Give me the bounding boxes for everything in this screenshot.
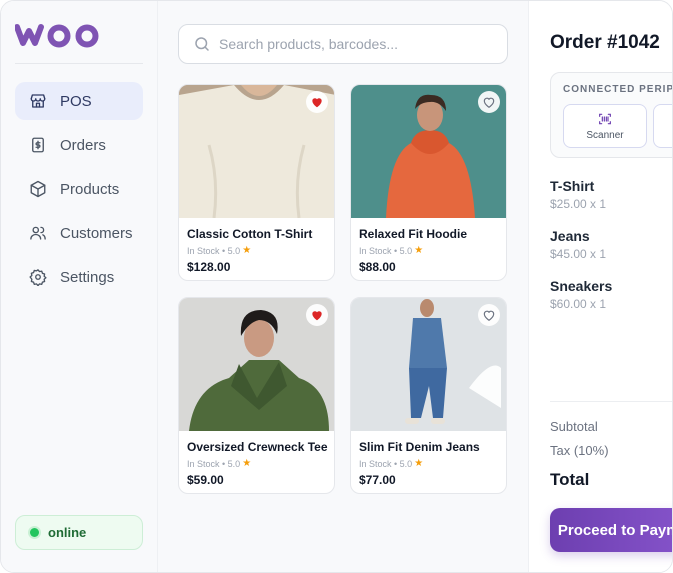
product-name: Classic Cotton T-Shirt [187,227,313,241]
sidebar-item-label: Customers [60,224,133,242]
product-card[interactable]: Slim Fit Denim Jeans In Stock • 5.0 ★ $7… [350,297,507,494]
stock-status: In Stock [187,245,220,256]
box-icon [29,180,47,198]
rating-value: 5.0 [227,245,241,256]
woo-logo[interactable] [14,21,103,54]
scanner-icon [597,111,613,127]
online-status-badge: online [15,515,143,550]
sidebar-item-pos[interactable]: POS [15,82,143,120]
sidebar-item-label: Orders [60,136,106,154]
order-item-name: T-Shirt [550,178,595,194]
pos-app: POS Orders Products Customers Settings o… [0,0,673,573]
heart-filled-icon [312,311,322,321]
heart-outline-icon [483,97,495,108]
connected-peripherals: CONNECTED PERIPHERALS Scanner [550,72,673,158]
sidebar-item-products[interactable]: Products [15,170,143,208]
gear-icon [29,268,47,286]
sidebar-divider [15,63,143,64]
product-meta: In Stock • 5.0 ★ [187,458,252,469]
tax-label: Tax (10%) [550,443,609,458]
product-meta: In Stock • 5.0 ★ [187,245,252,256]
sidebar-item-label: Settings [60,268,115,286]
summary-divider [550,401,672,402]
product-card[interactable]: Relaxed Fit Hoodie In Stock • 5.0 ★ $88.… [350,84,507,281]
stock-status: In Stock [359,458,392,469]
proceed-to-payment-button[interactable]: Proceed to Payment [550,508,672,552]
rating-value: 5.0 [399,458,413,469]
sidebar-nav: POS Orders Products Customers Settings [15,82,143,302]
heart-outline-icon [483,310,495,321]
product-name: Slim Fit Denim Jeans [359,440,480,454]
order-panel: Order #1042 CONNECTED PERIPHERALS Scanne… [528,1,673,572]
product-name: Relaxed Fit Hoodie [359,227,468,241]
search-icon [193,35,211,53]
sidebar-item-label: Products [60,180,120,198]
order-item-qty: $45.00 x 1 [550,247,607,261]
status-label: online [48,525,87,540]
order-item-name: Sneakers [550,278,613,294]
scanner-label: Scanner [586,130,624,141]
product-name: Oversized Crewneck Tee [187,440,328,454]
total-label: Total [550,470,590,489]
favorite-toggle[interactable] [306,304,328,326]
peripherals-label: CONNECTED PERIPHERALS [563,84,673,95]
product-area: Classic Cotton T-Shirt In Stock • 5.0 ★ … [158,1,528,572]
product-meta: In Stock • 5.0 ★ [359,245,424,256]
rating-value: 5.0 [227,458,241,469]
product-price: $88.00 [359,260,396,274]
heart-filled-icon [312,98,322,108]
product-card[interactable]: Oversized Crewneck Tee In Stock • 5.0 ★ … [178,297,335,494]
star-icon: ★ [414,245,424,256]
order-title: Order #1042 [550,32,660,53]
product-meta: In Stock • 5.0 ★ [359,458,424,469]
users-icon [29,224,47,242]
favorite-toggle[interactable] [306,91,328,113]
favorite-toggle[interactable] [478,304,500,326]
product-price: $77.00 [359,473,396,487]
status-dot-icon [30,528,39,537]
favorite-toggle[interactable] [478,91,500,113]
star-icon: ★ [242,245,252,256]
product-card[interactable]: Classic Cotton T-Shirt In Stock • 5.0 ★ … [178,84,335,281]
search-bar[interactable] [178,24,508,64]
sidebar-item-label: POS [60,92,92,110]
order-item-name: Jeans [550,228,590,244]
sidebar-item-settings[interactable]: Settings [15,258,143,296]
order-item-qty: $60.00 x 1 [550,297,607,311]
scanner-button[interactable]: Scanner [563,104,647,148]
product-price: $59.00 [187,473,224,487]
stock-status: In Stock [359,245,392,256]
stock-status: In Stock [187,458,220,469]
rating-value: 5.0 [399,245,413,256]
sidebar-item-orders[interactable]: Orders [15,126,143,164]
store-icon [29,92,47,110]
peripheral-button[interactable] [653,104,672,148]
subtotal-label: Subtotal [550,419,598,434]
order-item-qty: $25.00 x 1 [550,197,607,211]
star-icon: ★ [242,458,252,469]
sidebar-item-customers[interactable]: Customers [15,214,143,252]
star-icon: ★ [414,458,424,469]
product-price: $128.00 [187,260,231,274]
receipt-icon [29,136,47,154]
sidebar: POS Orders Products Customers Settings o… [1,1,158,572]
search-input[interactable] [219,36,499,52]
